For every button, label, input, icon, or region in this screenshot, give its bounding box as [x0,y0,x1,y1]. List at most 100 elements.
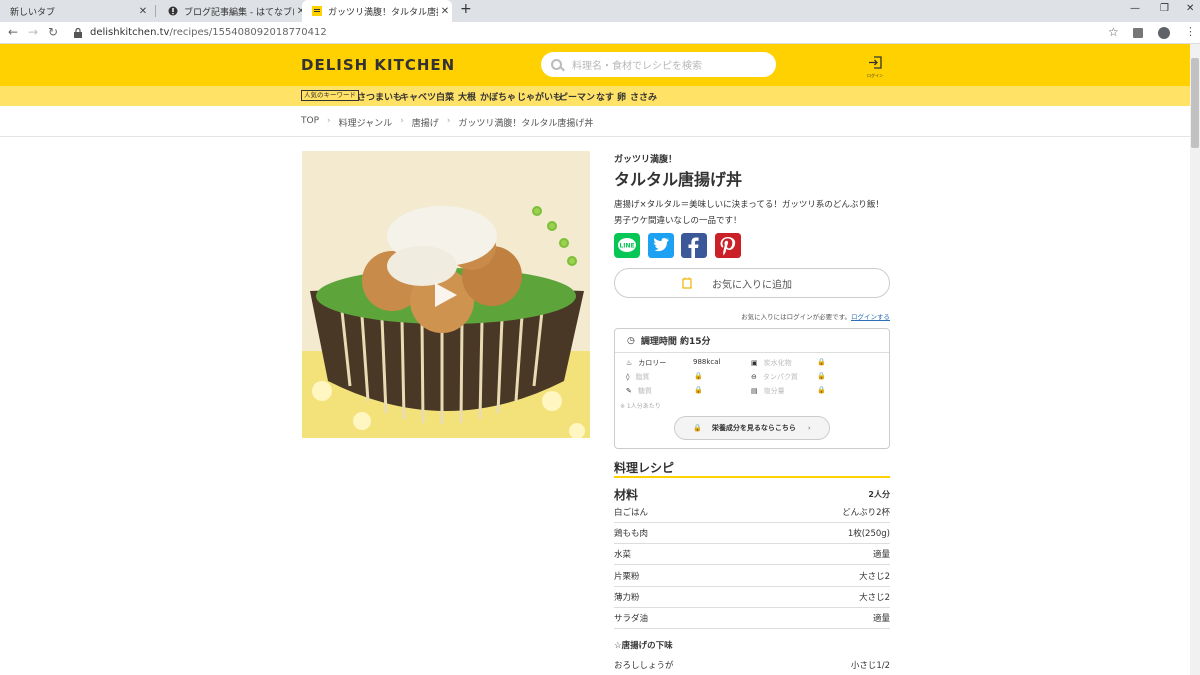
add-favorite-label: お気に入りに追加 [712,279,792,291]
minimize-icon[interactable]: — [1130,3,1140,14]
keyword-link[interactable]: 白菜 [436,90,454,103]
close-icon[interactable]: ✕ [136,6,150,17]
keyword-link[interactable]: かぼちゃ [480,90,516,103]
bookmark-star-icon[interactable]: ☆ [1108,25,1119,39]
recipe-video[interactable] [302,151,590,438]
nutrition-button-label: 栄養成分を見るならこちら [711,424,796,432]
keyword-link[interactable]: さつまいも [357,90,402,103]
tab-hatena[interactable]: ブログ記事編集 - はてなブログ ✕ [158,0,308,22]
twitter-share-icon[interactable] [648,233,674,258]
ingredient-row: サラダ油 適量 [614,608,890,629]
chevron-right-icon: › [446,116,451,126]
reload-icon[interactable]: ↻ [48,25,58,39]
recipe-title: タルタル唐揚げ丼 [614,170,743,189]
drop-icon: ◊ [626,373,630,381]
breadcrumb: TOP › 料理ジャンル › 唐揚げ › ガッツリ満腹！タルタル唐揚げ丼 [301,116,601,129]
ingredient-amount: 1枚(250g) [847,529,890,539]
nutrition-button[interactable]: 🔒 栄養成分を見るならこちら › [674,416,830,440]
ingredient-name: おろししょうが [614,660,674,671]
site-logo[interactable]: DELISH KITCHEN [301,56,455,74]
back-icon[interactable]: ← [8,25,18,39]
add-favorite-button[interactable]: お気に入りに追加 [614,268,890,298]
keyword-link[interactable]: ピーマン [559,90,595,103]
tab-new[interactable]: 新しいタブ ✕ [0,0,150,22]
sugar-label: 糖質 [637,387,652,395]
url-input[interactable]: delishkitchen.tv/recipes/155408092018770… [90,27,327,38]
tab-title: ブログ記事編集 - はてなブログ [184,7,294,18]
forward-icon[interactable]: → [28,25,38,39]
ingredient-amount: 大さじ2 [859,572,890,582]
recipe-section-title: 料理レシピ [614,461,675,475]
calorie-row: ♨ カロリー [626,358,666,368]
login-button[interactable]: ログイン [867,55,883,78]
breadcrumb-genre[interactable]: 料理ジャンル [339,116,393,129]
delish-favicon-icon [312,6,322,16]
ingredient-name: 水菜 [614,550,632,560]
flame-icon: ♨ [626,359,633,367]
bread-icon: ▣ [751,359,758,367]
ingredient-name: 白ごはん [614,508,649,518]
new-tab-plus-icon[interactable]: + [460,1,472,17]
login-link[interactable]: ログインする [851,313,890,321]
ingredient-row: 白ごはん どんぶり2杯 [614,502,890,523]
keyword-link[interactable]: なす [596,90,614,103]
fat-label: 脂質 [635,373,650,381]
extension-icon[interactable] [1133,28,1143,38]
calorie-value: 988kcal [693,358,721,366]
menu-kebab-icon[interactable]: ⋮ [1185,25,1196,38]
search-input[interactable]: 料理名・食材でレシピを検索 [541,52,776,77]
svg-text:LINE: LINE [619,243,634,250]
cook-time: ◷ 調理時間 約15分 [615,329,889,353]
ingredient-amount: 適量 [872,550,890,560]
profile-avatar[interactable] [1158,27,1170,39]
keyword-link[interactable]: 大根 [458,90,476,103]
keyword-link[interactable]: キャベツ [400,90,436,103]
lock-icon: 🔒 [817,358,826,366]
close-window-icon[interactable]: ✕ [1186,3,1194,14]
lock-icon: 🔒 [693,424,702,432]
scrollbar-thumb[interactable] [1191,58,1199,148]
search-placeholder: 料理名・食材でレシピを検索 [572,61,702,72]
lock-icon: 🔒 [817,386,826,394]
recipe-subtitle: ガッツリ満腹！ [614,155,678,165]
ingredient-row: 鶏もも肉 1枚(250g) [614,523,890,544]
ingredient-name: 鶏もも肉 [614,529,649,539]
lock-icon: 🔒 [694,372,703,380]
salt-row: ▤ 塩分量 [751,386,785,396]
lock-icon[interactable] [74,28,82,38]
divider [0,136,1190,137]
tab-delish[interactable]: ガッツリ満腹！タルタル唐揚げ丼 ✕ [302,0,452,22]
carb-row: ▣ 炭水化物 [751,358,792,368]
meat-icon: ⊖ [751,373,757,381]
keyword-link[interactable]: 卵 [617,90,626,103]
divider [614,476,890,478]
protein-row: ⊖ タンパク質 [751,372,798,382]
calorie-label: カロリー [638,359,667,367]
tab-title: 新しいタブ [10,7,56,18]
ingredient-name: サラダ油 [614,614,649,624]
keyword-link[interactable]: じゃがいも [517,90,562,103]
line-share-icon[interactable]: LINE [614,233,640,258]
hatena-icon [168,6,178,16]
tab-strip: 新しいタブ ✕ ブログ記事編集 - はてなブログ ✕ ガッツリ満腹！タルタル唐揚… [0,0,1200,22]
ingredients-title: 材料 [614,488,639,502]
breadcrumb-top[interactable]: TOP [301,116,319,129]
ingredient-amount: 小さじ1/2 [850,660,890,671]
clock-icon: ◷ [627,335,635,346]
facebook-share-icon[interactable] [681,233,707,258]
ingredient-name: 片栗粉 [614,572,640,582]
pinterest-share-icon[interactable] [715,233,741,258]
restore-icon[interactable]: ❐ [1160,3,1169,14]
salt-icon: ▤ [751,387,758,395]
lock-icon: 🔒 [694,386,703,394]
close-icon[interactable]: ✕ [438,6,452,17]
ingredient-row: 水菜 適量 [614,544,890,565]
chevron-right-icon: › [327,116,331,126]
favorite-note-text: お気に入りにはログインが必要です。 [741,313,851,321]
ingredient-row: 片栗粉 大さじ2 [614,566,890,587]
ingredient-row: おろししょうが 小さじ1/2 [614,654,890,675]
keyword-link[interactable]: ささみ [630,90,657,103]
breadcrumb-karaage[interactable]: 唐揚げ [412,116,439,129]
keyword-label: 人気のキーワード [301,90,359,101]
url-path: /recipes/155408092018770412 [169,27,327,38]
